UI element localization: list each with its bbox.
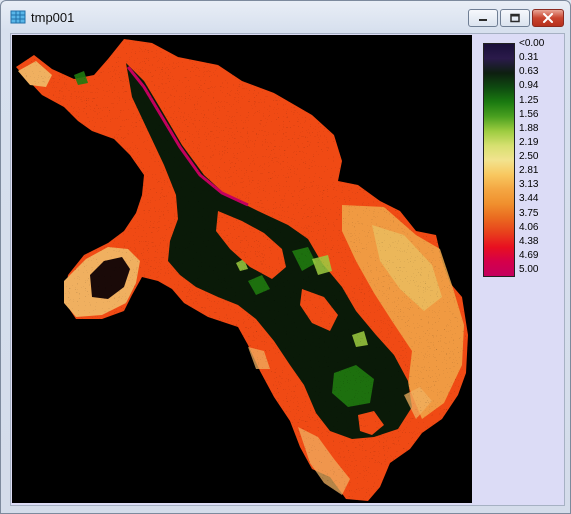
legend-label: 1.88 xyxy=(519,122,539,134)
legend-label: 3.44 xyxy=(519,193,539,205)
raster-view: <0.00 0.31 0.63 0.94 1.25 1.56 1.88 2.19 2.50 2.8… xyxy=(10,33,565,506)
speckle-texture xyxy=(12,35,472,503)
legend-label: 0.31 xyxy=(519,52,539,64)
legend-label: 0.63 xyxy=(519,66,539,78)
legend-label: 0.94 xyxy=(519,80,539,92)
legend-label: 2.19 xyxy=(519,136,539,148)
legend-label: 1.25 xyxy=(519,94,539,106)
window-title: tmp001 xyxy=(31,10,75,25)
close-button[interactable] xyxy=(532,9,564,27)
close-icon xyxy=(543,13,553,23)
legend-label: 2.81 xyxy=(519,165,539,177)
legend-label: 1.56 xyxy=(519,108,539,120)
legend-label: 3.75 xyxy=(519,207,539,219)
minimize-button[interactable] xyxy=(468,9,498,27)
raster-grid-icon xyxy=(10,10,26,24)
minimize-icon xyxy=(479,19,487,21)
maximize-button[interactable] xyxy=(500,9,530,27)
legend-label: 4.06 xyxy=(519,221,539,233)
title-bar[interactable]: tmp001 xyxy=(1,1,570,33)
raster-map[interactable] xyxy=(12,35,472,503)
raster-window: tmp001 <0.00 0.31 0.63 0.94 1.25 1.56 1.… xyxy=(0,0,571,514)
legend-label: 3.13 xyxy=(519,179,539,191)
legend-label: 5.00 xyxy=(519,264,539,275)
maximize-icon xyxy=(510,13,520,23)
legend-label: 4.69 xyxy=(519,249,539,261)
legend-label: <0.00 xyxy=(519,38,545,49)
legend-label: 2.50 xyxy=(519,151,539,162)
legend-label: 4.38 xyxy=(519,235,539,247)
legend-color-bar xyxy=(483,43,515,277)
